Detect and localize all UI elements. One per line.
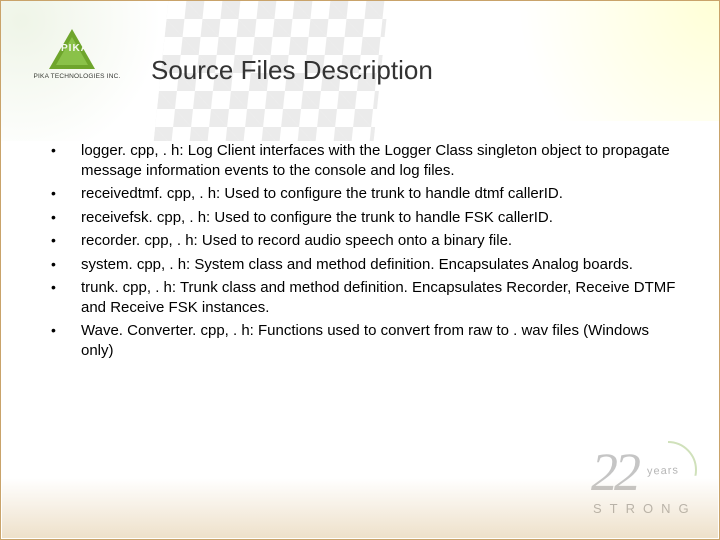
- list-item: • system. cpp, . h: System class and met…: [51, 255, 679, 275]
- bullet-list: • logger. cpp, . h: Log Client interface…: [51, 141, 679, 360]
- logo-subline: PIKA TECHNOLOGIES INC.: [21, 73, 133, 80]
- list-item: • receivedtmf. cpp, . h: Used to configu…: [51, 184, 679, 204]
- list-item: • Wave. Converter. cpp, . h: Functions u…: [51, 321, 679, 360]
- bullet-text: recorder. cpp, . h: Used to record audio…: [81, 231, 679, 251]
- logo: PIKA PIKA TECHNOLOGIES INC.: [21, 29, 133, 80]
- bullet-text: Wave. Converter. cpp, . h: Functions use…: [81, 321, 679, 360]
- bullet-dot: •: [51, 231, 81, 249]
- bullet-dot: •: [51, 278, 81, 296]
- badge-years: years: [647, 464, 679, 477]
- list-item: • logger. cpp, . h: Log Client interface…: [51, 141, 679, 180]
- bullet-dot: •: [51, 321, 81, 339]
- slide: PIKA PIKA TECHNOLOGIES INC. Source Files…: [0, 0, 720, 540]
- badge-number: 22: [591, 441, 637, 503]
- list-item: • recorder. cpp, . h: Used to record aud…: [51, 231, 679, 251]
- bullet-text: system. cpp, . h: System class and metho…: [81, 255, 679, 275]
- list-item: • receivefsk. cpp, . h: Used to configur…: [51, 208, 679, 228]
- logo-mark: PIKA: [49, 29, 95, 69]
- bullet-text: receivefsk. cpp, . h: Used to configure …: [81, 208, 679, 228]
- bullet-dot: •: [51, 184, 81, 202]
- bullet-text: logger. cpp, . h: Log Client interfaces …: [81, 141, 679, 180]
- bullet-text: trunk. cpp, . h: Trunk class and method …: [81, 278, 679, 317]
- bullet-text: receivedtmf. cpp, . h: Used to configure…: [81, 184, 679, 204]
- bullet-dot: •: [51, 255, 81, 273]
- bullet-dot: •: [51, 141, 81, 159]
- page-title: Source Files Description: [151, 55, 433, 86]
- badge-strong: STRONG: [593, 501, 697, 516]
- bullet-dot: •: [51, 208, 81, 226]
- content-area: • logger. cpp, . h: Log Client interface…: [51, 141, 679, 364]
- anniversary-badge: 22 years STRONG: [591, 445, 701, 527]
- list-item: • trunk. cpp, . h: Trunk class and metho…: [51, 278, 679, 317]
- logo-text: PIKA: [61, 43, 89, 54]
